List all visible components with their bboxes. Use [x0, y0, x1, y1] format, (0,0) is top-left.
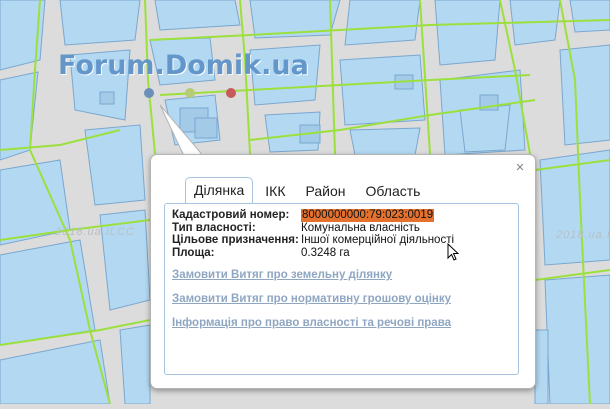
field-label: Цільове призначення:	[172, 234, 299, 246]
tab-ikk[interactable]: ІКК	[257, 179, 293, 203]
field-purpose: Цільове призначення: Іншої комерційної д…	[172, 234, 454, 247]
faint-label-left: 2018.ua.ILCC	[55, 226, 135, 238]
popup-tabs: Ділянка ІКК Район Область	[185, 176, 432, 204]
field-label: Кадастровий номер:	[172, 209, 290, 221]
map-marker-blue	[144, 88, 154, 98]
map-marker-red	[226, 88, 236, 98]
parcel-panel: Кадастровий номер: 8000000000:79:023:001…	[164, 203, 519, 375]
close-icon[interactable]: ×	[513, 160, 527, 175]
faint-label-right: 2018.ua.ILCC	[556, 229, 610, 241]
watermark: Forum.Domik.ua	[58, 50, 309, 81]
tab-region[interactable]: Область	[358, 179, 429, 203]
purpose-value: Іншої комерційної діяльності	[301, 234, 455, 246]
tab-parcel[interactable]: Ділянка	[185, 177, 254, 204]
field-label: Тип власності:	[172, 221, 256, 234]
field-ownership-type: Тип власності: Комунальна власність	[172, 222, 454, 235]
mouse-cursor-icon	[447, 243, 460, 261]
order-land-extract-link[interactable]: Замовити Витяг про земельну ділянку	[172, 269, 392, 281]
tab-district[interactable]: Район	[298, 179, 354, 203]
ownership-rights-info-link[interactable]: Інформація про право власності та речові…	[172, 317, 451, 329]
field-label: Площа:	[172, 246, 215, 259]
area-value: 0.3248 га	[301, 246, 350, 259]
cadastral-number-value[interactable]: 8000000000:79:023:0019	[301, 209, 435, 222]
map-marker-green	[185, 88, 195, 98]
field-cadastral-number: Кадастровий номер: 8000000000:79:023:001…	[172, 209, 454, 222]
parcel-info-popup: × Ділянка ІКК Район Область Кадастровий …	[150, 154, 536, 389]
order-valuation-extract-link[interactable]: Замовити Витяг про нормативну грошову оц…	[172, 293, 451, 305]
field-area: Площа: 0.3248 га	[172, 247, 454, 260]
ownership-type-value: Комунальна власність	[301, 221, 420, 234]
parcel-info: Кадастровий номер: 8000000000:79:023:001…	[172, 209, 454, 259]
